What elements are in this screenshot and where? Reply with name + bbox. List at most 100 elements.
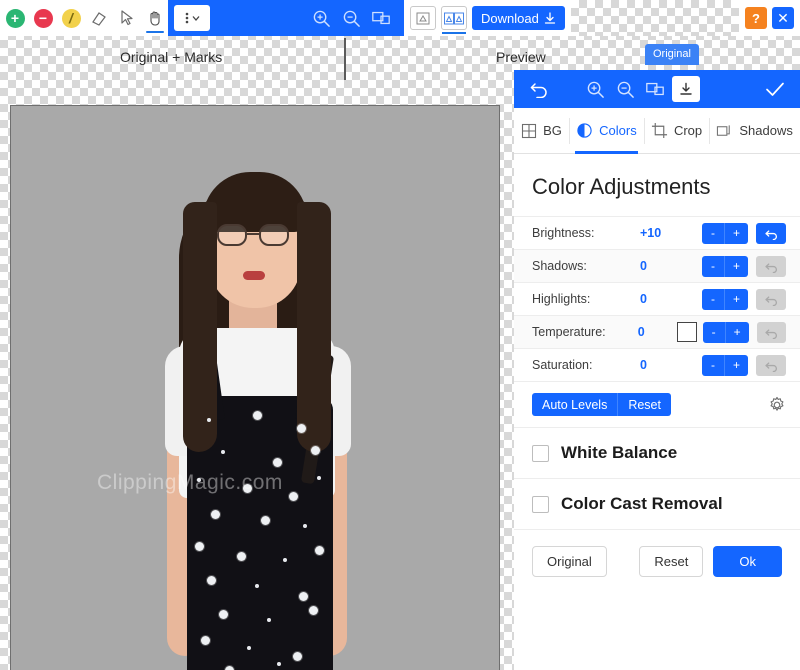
auto-levels-button[interactable]: Auto Levels (532, 393, 618, 416)
panel-footer: Original Reset Ok (514, 530, 800, 593)
settings-button[interactable] (768, 396, 786, 414)
floral-motif (289, 492, 298, 501)
tab-bg[interactable]: BG (514, 108, 569, 154)
floral-motif (311, 446, 320, 455)
floral-motif (317, 476, 321, 480)
cursor-tool[interactable] (114, 1, 140, 35)
original-button[interactable]: Original (532, 546, 607, 577)
subject-lips (243, 271, 265, 280)
toolbar-spacer (571, 0, 739, 36)
adjustment-decrease-button[interactable]: - (702, 355, 725, 376)
scalpel-tool[interactable]: / (58, 1, 84, 35)
levels-reset-button[interactable]: Reset (618, 393, 671, 416)
minus-circle-icon: − (34, 9, 53, 28)
tab-crop[interactable]: Crop (644, 108, 709, 154)
zoom-out-button[interactable] (336, 3, 366, 33)
label-preview: Preview (496, 49, 546, 65)
pan-tool[interactable] (142, 1, 168, 35)
gear-icon (768, 396, 786, 414)
subject-glasses-bridge (247, 233, 261, 235)
cursor-icon (118, 9, 136, 27)
ok-button[interactable]: Ok (713, 546, 782, 577)
checkbox-label: Color Cast Removal (561, 494, 723, 514)
adjustment-decrease-button[interactable]: - (702, 256, 725, 277)
panel-tabs: BG Colors Crop (514, 108, 800, 154)
floral-motif (267, 618, 271, 622)
floral-motif (219, 610, 228, 619)
floral-motif (309, 606, 318, 615)
adjustment-increase-button[interactable]: + (725, 256, 748, 277)
checkbox-input[interactable] (532, 445, 549, 462)
adjustment-increase-button[interactable]: + (726, 322, 749, 343)
adjustment-stepper: -+ (703, 322, 749, 343)
add-marker-tool[interactable]: + (2, 1, 28, 35)
canvas-area[interactable]: ClippingMagic.com (0, 80, 520, 670)
original-badge[interactable]: Original (645, 44, 699, 65)
temperature-color-swatch[interactable] (677, 322, 697, 342)
floral-motif (243, 484, 252, 493)
zoom-in-button[interactable] (306, 3, 336, 33)
panel-title: Color Adjustments (514, 154, 800, 217)
reset-button[interactable]: Reset (639, 546, 703, 577)
adjustment-decrease-button[interactable]: - (703, 322, 726, 343)
adjustment-row-temperature: Temperature:0-+ (514, 316, 800, 349)
tab-colors[interactable]: Colors (569, 108, 644, 154)
checkbox-input[interactable] (532, 496, 549, 513)
split-view-button[interactable] (441, 6, 467, 30)
checkbox-row-color-cast-removal[interactable]: Color Cast Removal (514, 479, 800, 530)
adjustment-reset-button[interactable] (756, 223, 786, 244)
tab-shadows[interactable]: Shadows (709, 108, 800, 154)
floral-motif (297, 424, 306, 433)
adjustment-decrease-button[interactable]: - (702, 223, 725, 244)
panel-confirm-button[interactable] (760, 74, 790, 104)
floral-motif (201, 636, 210, 645)
panel-fit-button[interactable] (640, 74, 670, 104)
crop-icon (651, 122, 668, 139)
checkbox-label: White Balance (561, 443, 677, 463)
close-icon: ✕ (777, 10, 789, 27)
download-button[interactable]: Download (472, 6, 565, 30)
adjustment-increase-button[interactable]: + (725, 223, 748, 244)
adjustment-increase-button[interactable]: + (725, 355, 748, 376)
subject-glasses-left (217, 224, 247, 246)
checkbox-row-white-balance[interactable]: White Balance (514, 428, 800, 479)
hand-icon (146, 9, 164, 27)
panel-download-button[interactable] (672, 76, 700, 102)
tab-shadows-label: Shadows (739, 123, 792, 138)
close-button[interactable]: ✕ (772, 7, 794, 29)
zoom-in-icon (586, 80, 605, 99)
check-icon (764, 80, 786, 98)
zoom-in-icon (312, 9, 331, 28)
image-canvas[interactable]: ClippingMagic.com (10, 105, 500, 670)
subject-hair-top (203, 172, 307, 232)
adjustment-decrease-button[interactable]: - (702, 289, 725, 310)
floral-motif (293, 652, 302, 661)
floral-motif (221, 450, 225, 454)
adjustment-row-highlights: Highlights:0-+ (514, 283, 800, 316)
panel-zoom-out-button[interactable] (610, 74, 640, 104)
brush-size-dropdown[interactable] (174, 5, 210, 31)
floral-motif (195, 542, 204, 551)
top-toolbar: + − / (0, 0, 800, 36)
subject-hair-left (183, 202, 217, 452)
undo-icon (529, 80, 549, 98)
levels-reset-label: Reset (628, 398, 661, 412)
toolbar-tool-group: + − / (0, 0, 168, 36)
fit-to-screen-button[interactable] (366, 3, 396, 33)
remove-marker-tool[interactable]: − (30, 1, 56, 35)
levels-button-group: Auto Levels Reset (532, 393, 671, 416)
adjustment-increase-button[interactable]: + (725, 289, 748, 310)
adjustment-value: 0 (640, 259, 680, 273)
panel-zoom-in-button[interactable] (580, 74, 610, 104)
label-original-marks: Original + Marks (120, 49, 222, 65)
floral-motif (277, 662, 281, 666)
floral-motif (237, 552, 246, 561)
download-icon (679, 82, 693, 97)
adjustment-label: Brightness: (532, 226, 640, 240)
single-view-button[interactable] (410, 6, 436, 30)
eraser-tool[interactable] (86, 1, 112, 35)
help-button[interactable]: ? (745, 7, 767, 29)
panel-undo-button[interactable] (524, 74, 554, 104)
chevron-down-icon (191, 13, 201, 23)
split-view-divider[interactable] (344, 38, 346, 80)
